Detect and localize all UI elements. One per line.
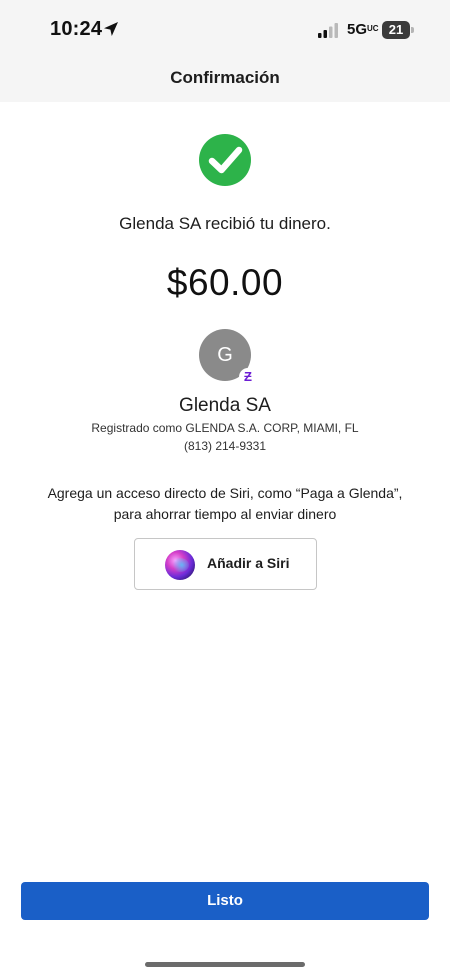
done-button[interactable]: Listo xyxy=(21,882,429,920)
network-suffix: UC xyxy=(367,24,379,33)
add-to-siri-button[interactable]: Añadir a Siri xyxy=(134,538,317,590)
location-arrow-icon xyxy=(104,22,118,36)
battery-level: 21 xyxy=(388,22,404,37)
zelle-badge-letter: Ƶ xyxy=(244,369,252,384)
network-type: 5GUC xyxy=(347,21,379,38)
home-indicator[interactable] xyxy=(145,962,305,967)
siri-prompt: Agrega un acceso directo de Siri, como “… xyxy=(0,483,450,525)
recipient-registered: Registrado como GLENDA S.A. CORP, MIAMI,… xyxy=(91,421,359,435)
status-time: 10:24 xyxy=(50,18,103,40)
signal-icon xyxy=(318,23,338,38)
confirmation-screen: 10:24 5GUC 21 Confirmación Glenda SA rec… xyxy=(0,0,450,976)
confirmation-message: Glenda SA recibió tu dinero. xyxy=(119,214,331,233)
done-button-label: Listo xyxy=(207,892,243,909)
page-title: Confirmación xyxy=(170,68,280,87)
zelle-badge-icon: Ƶ xyxy=(239,368,257,386)
recipient-name: Glenda SA xyxy=(179,395,271,416)
siri-icon xyxy=(165,550,195,580)
top-bar: 10:24 5GUC 21 Confirmación xyxy=(0,0,450,102)
status-bar: 10:24 5GUC 21 xyxy=(0,0,450,60)
amount: $60.00 xyxy=(166,262,284,303)
battery-icon: 21 xyxy=(382,21,414,39)
siri-prompt-line1: Agrega un acceso directo de Siri, como “… xyxy=(47,485,403,501)
add-to-siri-label: Añadir a Siri xyxy=(207,555,290,571)
siri-prompt-line2: para ahorrar tiempo al enviar dinero xyxy=(113,506,337,522)
recipient-phone: (813) 214-9331 xyxy=(183,439,267,453)
battery-cap xyxy=(411,27,414,33)
checkmark-circle-icon xyxy=(199,134,251,186)
